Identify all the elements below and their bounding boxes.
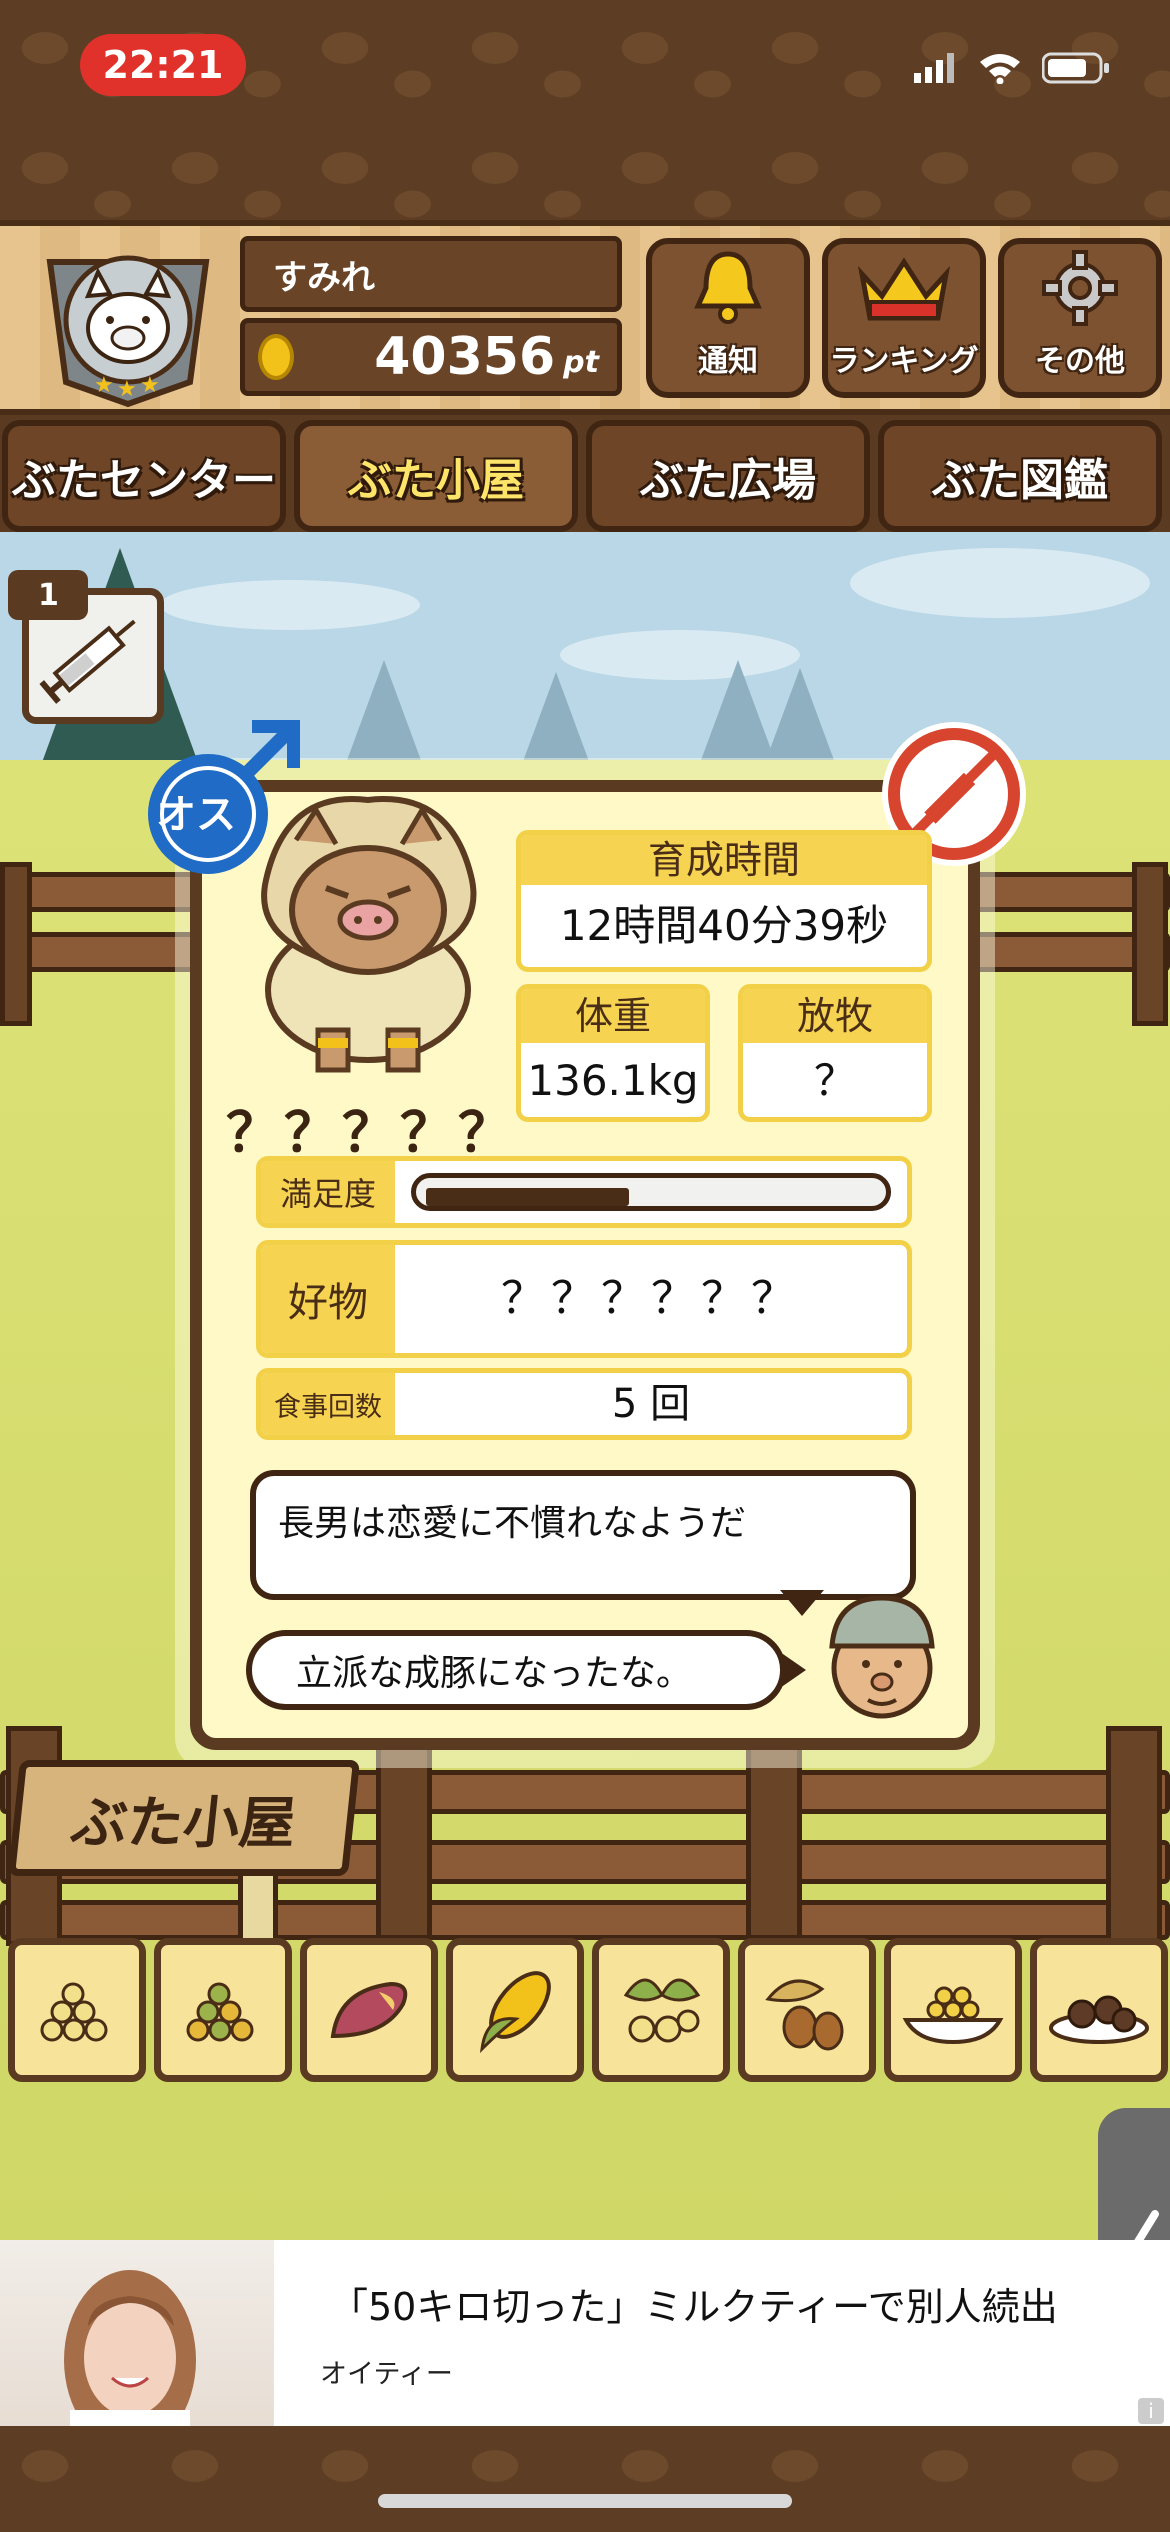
wifi-icon <box>980 54 1020 84</box>
gender-label: オス <box>156 792 236 838</box>
acorn-icon <box>765 1979 844 2051</box>
crown-icon <box>857 257 951 321</box>
boar-icon <box>261 796 477 1073</box>
satisfaction-row: 満足度 <box>256 1156 912 1228</box>
fence-post <box>1106 1726 1162 1946</box>
tab-buta-center[interactable]: ぶたセンター <box>2 420 286 532</box>
satisfaction-bar-fill <box>426 1188 629 1206</box>
ad-source: オイティー <box>320 2359 453 2390</box>
fence-post <box>0 862 32 1026</box>
food-slot-chestnut-plate[interactable] <box>1030 1938 1168 2082</box>
food-slot-mixed-beans[interactable] <box>154 1938 292 2082</box>
favorite-food-label: 好物 <box>261 1245 395 1353</box>
gear-icon <box>1042 250 1118 326</box>
other-label: その他 <box>1035 344 1125 379</box>
food-slot-sweet-potato[interactable] <box>300 1938 438 2082</box>
raising-time-box: 育成時間 12時間40分39秒 <box>516 830 932 972</box>
top-pattern-background <box>0 0 1170 220</box>
satisfaction-label: 満足度 <box>261 1161 395 1223</box>
bottom-pattern-background <box>0 2426 1170 2532</box>
ad-headline[interactable]: 「50キロ切った」ミルクティーで別人続出 <box>330 2276 1058 2331</box>
bell-icon <box>694 251 762 324</box>
sweet-potato-icon <box>330 1981 408 2039</box>
ranking-label: ランキング <box>829 344 979 379</box>
meals-row: 食事回数 5 回 <box>256 1368 912 1440</box>
ranking-button[interactable]: ランキング <box>822 238 986 398</box>
grazing-box: 放牧 ？ <box>738 984 932 1122</box>
satisfaction-bar <box>411 1173 891 1211</box>
points-display: 40356 pt <box>240 318 622 396</box>
favorite-food-value: ？？？？？？ <box>501 1273 801 1324</box>
notifications-button[interactable]: 通知 <box>646 238 810 398</box>
weight-label: 体重 <box>521 989 705 1043</box>
points-unit: pt <box>563 344 599 380</box>
farmer-speech-bubble: 立派な成豚になったな。 <box>246 1630 786 1710</box>
ad-info-icon[interactable]: i <box>1138 2398 1164 2424</box>
meals-value: 5 回 <box>611 1381 691 1427</box>
notifications-label: 通知 <box>698 344 758 379</box>
coin-icon <box>258 334 294 380</box>
fence-rail <box>0 1900 1170 1940</box>
food-slot-acorn[interactable] <box>738 1938 876 2082</box>
speech-bubble-tail <box>780 1652 806 1688</box>
fence-post <box>376 1740 432 1940</box>
pig-image <box>226 780 512 1080</box>
tab-buta-plaza[interactable]: ぶた広場 <box>586 420 870 532</box>
corn-icon <box>480 1971 551 2054</box>
food-slot-corn[interactable] <box>446 1938 584 2082</box>
grazing-value: ？ <box>813 1056 856 1105</box>
cloud <box>850 548 1150 618</box>
tab-buta-encyclopedia[interactable]: ぶた図鑑 <box>878 420 1162 532</box>
food-slot-grain-bowl[interactable] <box>884 1938 1022 2082</box>
fence-post <box>746 1740 802 1940</box>
weight-value: 136.1kg <box>527 1056 699 1105</box>
favorite-food-row: 好物 ？？？？？？ <box>256 1240 912 1358</box>
farmer-face-icon <box>829 1595 935 1719</box>
svg-text:★: ★ <box>140 373 160 398</box>
grain-bowl-icon <box>902 1986 1004 2045</box>
points-value: 40356 <box>374 327 556 387</box>
food-bar <box>0 1938 1170 2082</box>
grazing-label: 放牧 <box>743 989 927 1043</box>
raising-time-value: 12時間40分39秒 <box>559 901 889 950</box>
food-slot-ginkgo[interactable] <box>592 1938 730 2082</box>
hut-sign: ぶた小屋 <box>7 1760 361 1876</box>
food-slot-soybeans[interactable] <box>8 1938 146 2082</box>
ad-photo <box>0 2240 274 2426</box>
cellular-signal-icon <box>914 53 954 83</box>
svg-text:★: ★ <box>94 373 114 398</box>
pig-badge-icon: ★ ★ ★ <box>46 255 210 408</box>
status-time: 22:21 <box>80 34 246 96</box>
ginkgo-icon <box>623 1978 701 2043</box>
ad-woman-photo <box>64 2270 196 2426</box>
player-name: すみれ <box>240 236 622 312</box>
item-count-badge: 1 <box>8 570 88 620</box>
farmer-avatar <box>814 1586 950 1722</box>
chestnut-plate-icon <box>1049 1995 1149 2044</box>
home-indicator <box>378 2494 792 2508</box>
raising-time-label: 育成時間 <box>521 835 927 885</box>
other-settings-button[interactable]: その他 <box>998 238 1162 398</box>
player-avatar[interactable]: ★ ★ ★ <box>30 232 226 408</box>
meals-label: 食事回数 <box>261 1373 395 1435</box>
tab-buta-hut[interactable]: ぶた小屋 <box>294 420 578 532</box>
fence-post <box>1132 862 1168 1026</box>
svg-text:★: ★ <box>117 377 137 402</box>
battery-icon <box>1042 52 1109 84</box>
ad-banner[interactable] <box>0 2240 1170 2426</box>
speech-bubble-message: 長男は恋愛に不慣れなようだ <box>250 1470 916 1600</box>
status-icons <box>914 48 1110 88</box>
mixed-beans-icon <box>186 1982 254 2042</box>
weight-box: 体重 136.1kg <box>516 984 710 1122</box>
soybeans-icon <box>40 1982 108 2042</box>
